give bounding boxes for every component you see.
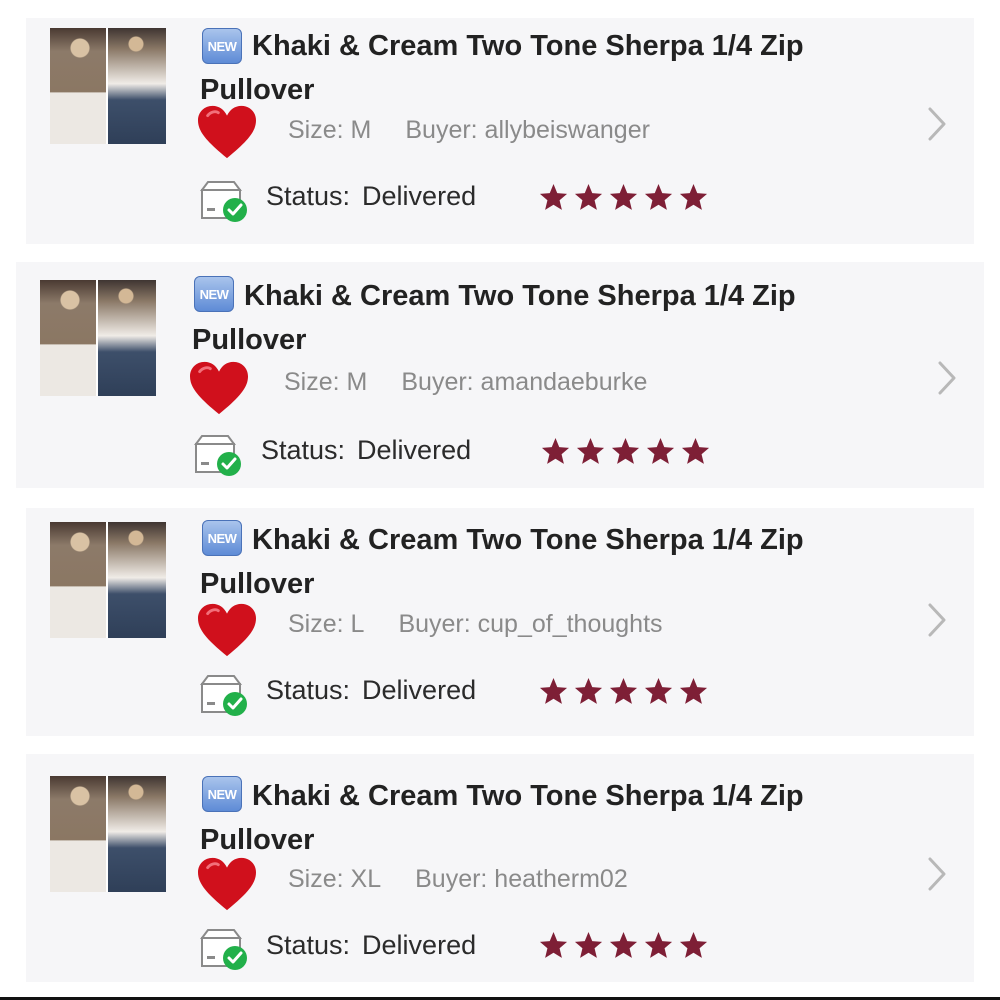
- star-icon: [644, 931, 673, 958]
- order-meta: Size: M Buyer: amandaeburke: [284, 368, 647, 397]
- star-icon: [574, 931, 603, 958]
- star-icon: [644, 183, 673, 210]
- rating-stars: [540, 436, 711, 467]
- order-meta: Size: L Buyer: cup_of_thoughts: [288, 610, 663, 639]
- star-icon: [539, 931, 568, 958]
- star-icon: [679, 677, 708, 704]
- star-icon: [539, 183, 568, 210]
- heart-icon: [198, 105, 256, 159]
- size-label: Size: XL: [288, 865, 382, 893]
- star-icon: [681, 437, 710, 464]
- buyer-link[interactable]: Buyer: allybeiswanger: [405, 116, 650, 144]
- size-label: Size: L: [288, 610, 365, 638]
- rating-stars: [538, 676, 709, 707]
- order-card[interactable]: NEW Khaki & Cream Two Tone Sherpa 1/4 Zi…: [26, 18, 974, 244]
- product-thumbnail: [40, 280, 156, 396]
- package-delivered-icon: [200, 675, 247, 716]
- order-title: Khaki & Cream Two Tone Sherpa 1/4 Zip Pu…: [200, 524, 804, 600]
- star-icon: [609, 183, 638, 210]
- chevron-right-icon[interactable]: [926, 106, 948, 142]
- status-label: Status:: [266, 675, 351, 705]
- heart-icon: [190, 361, 248, 415]
- star-icon: [679, 183, 708, 210]
- product-thumbnail: [50, 522, 166, 638]
- buyer-link[interactable]: Buyer: amandaeburke: [401, 368, 647, 396]
- order-title: Khaki & Cream Two Tone Sherpa 1/4 Zip Pu…: [200, 780, 804, 856]
- star-icon: [609, 931, 638, 958]
- star-icon: [574, 677, 603, 704]
- star-icon: [609, 677, 638, 704]
- star-icon: [541, 437, 570, 464]
- product-thumbnail: [50, 776, 166, 892]
- status-text: Status: Delivered: [266, 675, 476, 706]
- order-meta: Size: M Buyer: allybeiswanger: [288, 116, 650, 145]
- status-text: Status: Delivered: [261, 435, 471, 466]
- star-icon: [644, 677, 673, 704]
- order-title: Khaki & Cream Two Tone Sherpa 1/4 Zip Pu…: [192, 280, 796, 356]
- star-icon: [611, 437, 640, 464]
- status-value: Delivered: [362, 930, 477, 960]
- status-label: Status:: [266, 181, 351, 211]
- package-delivered-icon: [200, 181, 247, 222]
- buyer-link[interactable]: Buyer: cup_of_thoughts: [398, 610, 662, 638]
- status-label: Status:: [266, 930, 351, 960]
- star-icon: [539, 677, 568, 704]
- package-delivered-icon: [200, 929, 247, 970]
- size-label: Size: M: [284, 368, 368, 396]
- buyer-link[interactable]: Buyer: heatherm02: [415, 865, 628, 893]
- chevron-right-icon[interactable]: [926, 856, 948, 892]
- star-icon: [679, 931, 708, 958]
- status-value: Delivered: [357, 435, 472, 465]
- star-icon: [646, 437, 675, 464]
- order-card[interactable]: NEW Khaki & Cream Two Tone Sherpa 1/4 Zi…: [26, 508, 974, 736]
- status-value: Delivered: [362, 181, 477, 211]
- product-thumbnail: [50, 28, 166, 144]
- order-card[interactable]: NEW Khaki & Cream Two Tone Sherpa 1/4 Zi…: [26, 754, 974, 982]
- size-label: Size: M: [288, 116, 372, 144]
- rating-stars: [538, 930, 709, 961]
- status-text: Status: Delivered: [266, 181, 476, 212]
- order-meta: Size: XL Buyer: heatherm02: [288, 865, 628, 894]
- heart-icon: [198, 603, 256, 657]
- star-icon: [576, 437, 605, 464]
- chevron-right-icon[interactable]: [936, 360, 958, 396]
- status-text: Status: Delivered: [266, 930, 476, 961]
- order-card[interactable]: NEW Khaki & Cream Two Tone Sherpa 1/4 Zi…: [16, 262, 984, 488]
- status-label: Status:: [261, 435, 346, 465]
- rating-stars: [538, 182, 709, 213]
- heart-icon: [198, 857, 256, 911]
- chevron-right-icon[interactable]: [926, 602, 948, 638]
- status-value: Delivered: [362, 675, 477, 705]
- order-title: Khaki & Cream Two Tone Sherpa 1/4 Zip Pu…: [200, 30, 804, 106]
- star-icon: [574, 183, 603, 210]
- package-delivered-icon: [194, 435, 241, 476]
